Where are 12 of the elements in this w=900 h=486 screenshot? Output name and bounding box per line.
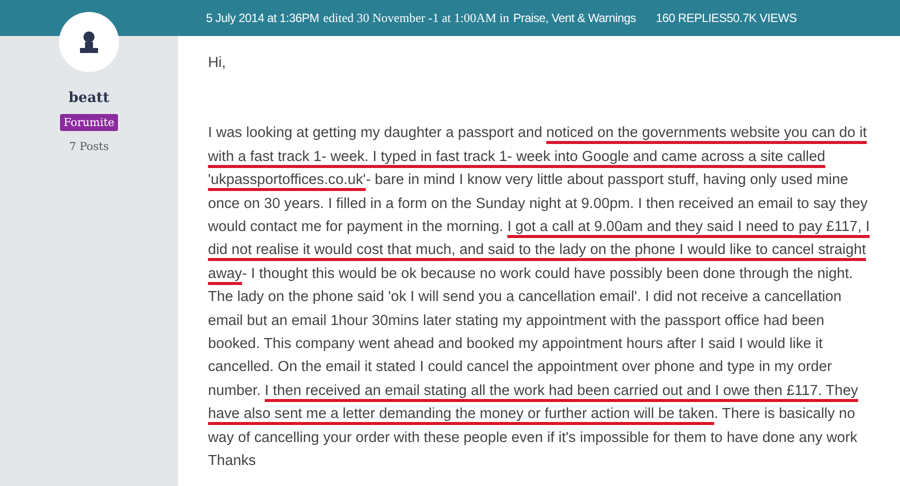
- post-count: 7 Posts: [69, 140, 109, 153]
- category-link[interactable]: Praise, Vent & Warnings: [513, 11, 636, 25]
- replies-count: 160 REPLIES: [656, 11, 727, 25]
- author-name[interactable]: beatt: [68, 90, 110, 106]
- signoff-text: Thanks: [208, 452, 257, 472]
- greeting-text: Hi,: [208, 54, 227, 73]
- views-count: 50.7K VIEWS: [726, 11, 797, 25]
- rank-badge: Forumite: [60, 114, 118, 131]
- post-date: 5 July 2014 at 1:36PM: [206, 11, 320, 25]
- user-silhouette-icon: [79, 31, 99, 53]
- post-paragraph: I was looking at getting my daughter a passport and noticed on the governments website you can do it with a fast track 1- week. I typed in fast track 1- week into Google and came across a site called 'ukpassportoffices.co.uk'- bare in mind I know very little about passport stuff, having only used mine once on 30 years. I filled in a form on the Sunday night at 9.00pm. I then received an email to say they would contact me for payment in the morning. I got a call at 9.00am and they said I need to pay £117, I did not realise it would cost that much, and said to the lady on the phone I would like to cancel straight away- I thought this would be ok because no work could have possibly been done through the night. The lady on the phone said 'ok I will send you a cancellation email'. I did not receive a cancellation email but an email 1hour 30mins later stating my appointment with the passport office had been booked. This company went ahead and booked my appointment hours after I said I would like it cancelled. On the email it stated I could cancel the appointment over phone and type in my order number. I then received an email stating all the work had been carried out and I owe then £117. They have also sent me a letter demanding the money or further action will be taken. There is basically no way of cancelling your order with these people even if it's impossible for them to have done any work: [208, 124, 871, 448]
- edited-note: edited 30 November -1 at 1:00AM in: [323, 10, 510, 26]
